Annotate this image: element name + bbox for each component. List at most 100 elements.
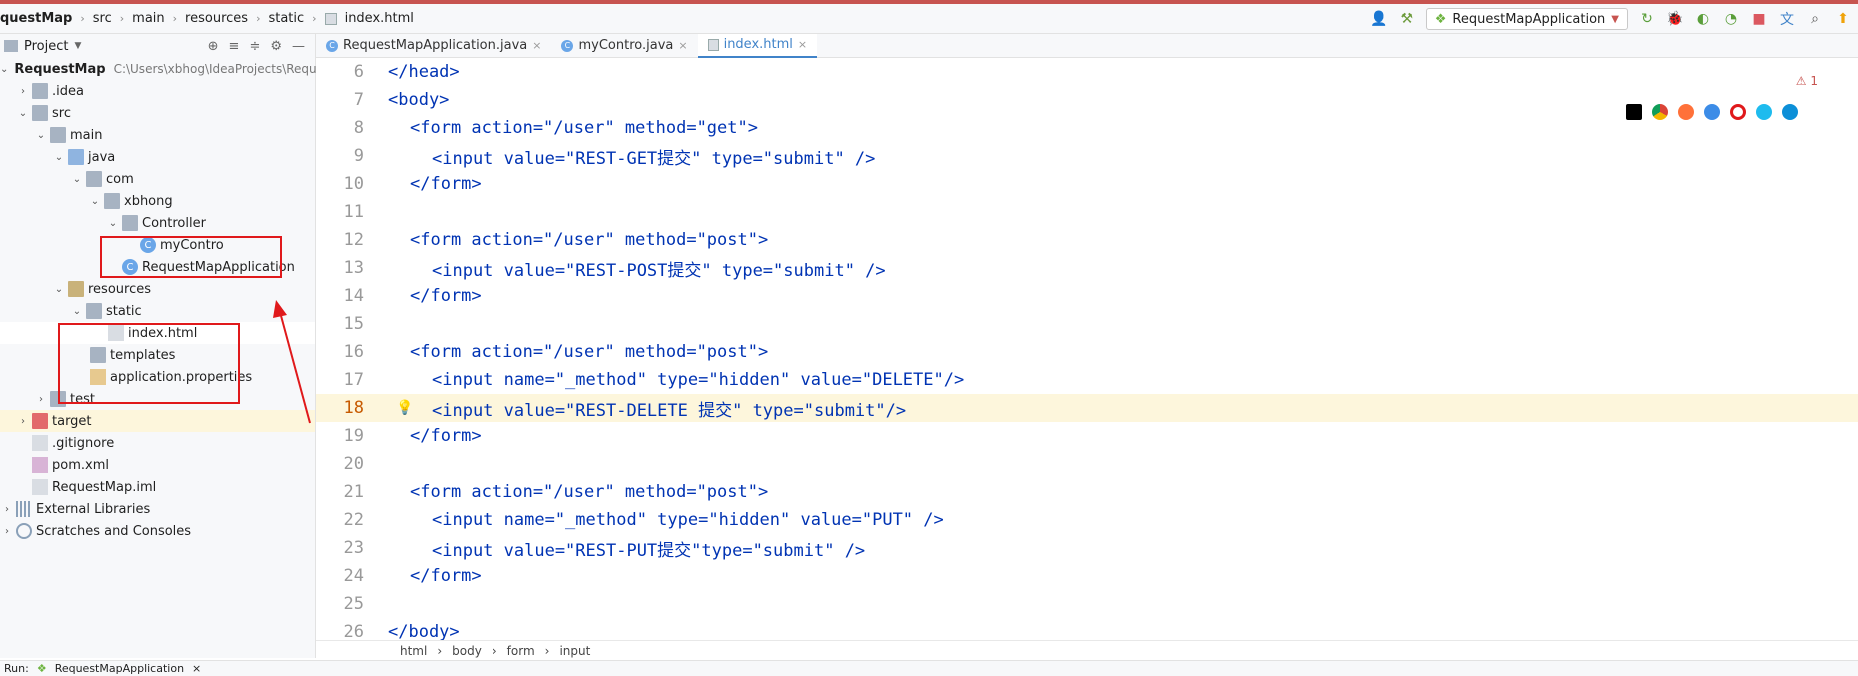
hide-icon[interactable]: — <box>292 39 305 54</box>
debug-icon[interactable]: 🐞 <box>1666 10 1684 28</box>
breadcrumb-item[interactable]: main <box>132 11 164 26</box>
code-line[interactable]: 12 <form action="/user" method="post"> <box>316 226 1858 254</box>
project-panel-title[interactable]: Project <box>24 39 68 54</box>
locate-icon[interactable]: ⊕ <box>208 39 219 54</box>
code-line[interactable]: 15 <box>316 310 1858 338</box>
gear-icon[interactable]: ⚙ <box>270 39 282 54</box>
tree-item-static[interactable]: ⌄ static <box>0 300 315 322</box>
html-file-icon <box>707 38 719 51</box>
editor-area: C RequestMapApplication.java × CmyContro.j… <box>316 33 1858 658</box>
code-line[interactable]: 21 <form action="/user" method="post"> <box>316 478 1858 506</box>
run-tab[interactable]: RequestMapApplication <box>55 662 184 675</box>
breadcrumb-item[interactable]: static <box>268 11 304 26</box>
tree-item-main[interactable]: ⌄ main <box>0 124 315 146</box>
code-editor[interactable]: 6 </head> 7 <body> 8 <form action="/user" m… <box>316 58 1858 646</box>
chevron-down-icon[interactable]: ⌄ <box>106 218 120 229</box>
chevron-right-icon[interactable]: › <box>16 416 30 427</box>
chevron-down-icon[interactable]: ⌄ <box>70 174 84 185</box>
profile-icon[interactable]: ◔ <box>1722 10 1740 28</box>
tree-item-scratches[interactable]: › Scratches and Consoles <box>0 520 315 542</box>
dropdown-arrow-icon[interactable]: ▼ <box>74 41 81 51</box>
path-item[interactable]: form <box>507 644 535 658</box>
chevron-right-icon[interactable]: › <box>16 86 30 97</box>
code-line[interactable]: 19 </form> <box>316 422 1858 450</box>
chevron-right-icon[interactable]: › <box>34 394 48 405</box>
chevron-down-icon[interactable]: ⌄ <box>70 306 84 317</box>
tree-item-label: src <box>52 105 71 121</box>
chevron-down-icon[interactable]: ⌄ <box>34 130 48 141</box>
tree-item-controller[interactable]: ⌄ Controller <box>0 212 315 234</box>
lightbulb-icon[interactable]: 💡 <box>396 400 413 416</box>
breadcrumb-item[interactable]: index.html <box>345 11 414 26</box>
code-line[interactable]: 10 </form> <box>316 170 1858 198</box>
tree-item-gitignore[interactable]: .gitignore <box>0 432 315 454</box>
stop-icon[interactable]: ■ <box>1750 10 1768 28</box>
close-icon[interactable]: × <box>678 39 687 52</box>
chevron-down-icon[interactable]: ⌄ <box>88 196 102 207</box>
editor-tabs: C RequestMapApplication.java × CmyContro.j… <box>316 33 1858 58</box>
chevron-down-icon[interactable]: ⌄ <box>52 284 66 295</box>
code-line-current[interactable]: 18 💡 <input value="REST-DELETE 提交" type="s… <box>316 394 1858 422</box>
code-line[interactable]: 16 <form action="/user" method="post"> <box>316 338 1858 366</box>
spring-icon: ❖ <box>36 662 47 675</box>
tree-item-resources[interactable]: ⌄ resources <box>0 278 315 300</box>
tree-item-xbhong[interactable]: ⌄ xbhong <box>0 190 315 212</box>
close-icon[interactable]: × <box>192 662 201 675</box>
tab-requestmapapplication[interactable]: C RequestMapApplication.java × <box>316 34 551 58</box>
chevron-right-icon: › <box>312 12 317 25</box>
tree-item-target[interactable]: › target <box>0 410 315 432</box>
user-icon[interactable]: 👤 <box>1370 10 1388 28</box>
rerun-icon[interactable]: ↻ <box>1638 10 1656 28</box>
build-hammer-icon[interactable]: ⚒ <box>1398 10 1416 28</box>
path-item[interactable]: body <box>452 644 482 658</box>
path-item[interactable]: input <box>559 644 590 658</box>
breadcrumb-item[interactable]: resources <box>185 11 248 26</box>
tree-item-com[interactable]: ⌄ com <box>0 168 315 190</box>
code-line[interactable]: 22 <input name="_method" type="hidden" va… <box>316 506 1858 534</box>
code-line[interactable]: 9 <input value="REST-GET提交" type="submit"… <box>316 142 1858 170</box>
close-icon[interactable]: × <box>532 39 541 52</box>
chevron-right-icon: › <box>256 12 261 25</box>
path-item[interactable]: html <box>400 644 427 658</box>
code-line[interactable]: 20 <box>316 450 1858 478</box>
tree-item-requestmap[interactable]: ⌄ RequestMap C:\Users\xbhog\IdeaProjects\R… <box>0 58 317 80</box>
tree-item-label: RequestMap.iml <box>52 479 157 495</box>
breadcrumb-item[interactable]: src <box>93 11 112 26</box>
coverage-icon[interactable]: ◐ <box>1694 10 1712 28</box>
code-line[interactable]: 8 <form action="/user" method="get"> <box>316 114 1858 142</box>
expand-all-icon[interactable]: ≡ <box>229 39 240 54</box>
tree-item-external-libraries[interactable]: › External Libraries <box>0 498 315 520</box>
code-line[interactable]: 14 </form> <box>316 282 1858 310</box>
code-line[interactable]: 23 <input value="REST-PUT提交"type="submit"… <box>316 534 1858 562</box>
tree-item-src[interactable]: ⌄ src <box>0 102 315 124</box>
search-everywhere-icon[interactable]: ⌕ <box>1806 10 1824 28</box>
tab-mycontro[interactable]: CmyContro.java × <box>551 34 697 58</box>
source-folder-icon <box>68 149 84 165</box>
tree-item-pom-xml[interactable]: pom.xml <box>0 454 315 476</box>
tab-index-html[interactable]: index.html × <box>697 33 818 58</box>
chevron-down-icon[interactable]: ⌄ <box>52 152 66 163</box>
breadcrumb-item[interactable]: questMap <box>0 11 72 26</box>
run-configuration-select[interactable]: ❖ RequestMapApplication ▼ <box>1425 8 1628 30</box>
chevron-right-icon[interactable]: › <box>0 526 14 537</box>
collapse-all-icon[interactable]: ≑ <box>249 39 260 54</box>
tree-item-idea[interactable]: › .idea <box>0 80 315 102</box>
update-icon[interactable]: ⬆ <box>1834 10 1852 28</box>
chevron-down-icon[interactable]: ⌄ <box>0 64 8 75</box>
code-line[interactable]: 6 </head> <box>316 58 1858 86</box>
project-panel-header: Project ▼ ⊕ ≡ ≑ ⚙ — <box>0 34 315 58</box>
code-line[interactable]: 17 <input name="_method" type="hidden" va… <box>316 366 1858 394</box>
translate-icon[interactable]: 文 <box>1778 10 1796 28</box>
code-line[interactable]: 13 <input value="REST-POST提交" type="submi… <box>316 254 1858 282</box>
close-icon[interactable]: × <box>798 38 807 51</box>
code-line[interactable]: 11 <box>316 198 1858 226</box>
tree-item-java[interactable]: ⌄ java <box>0 146 315 168</box>
code-line[interactable]: 25 <box>316 590 1858 618</box>
gitignore-file-icon <box>32 435 48 451</box>
chevron-right-icon[interactable]: › <box>0 504 14 515</box>
code-line[interactable]: 24 </form> <box>316 562 1858 590</box>
chevron-down-icon[interactable]: ⌄ <box>16 108 30 119</box>
code-line[interactable]: 7 <body> <box>316 86 1858 114</box>
tree-item-requestmap-iml[interactable]: RequestMap.iml <box>0 476 315 498</box>
tree-item-label: target <box>52 413 92 429</box>
